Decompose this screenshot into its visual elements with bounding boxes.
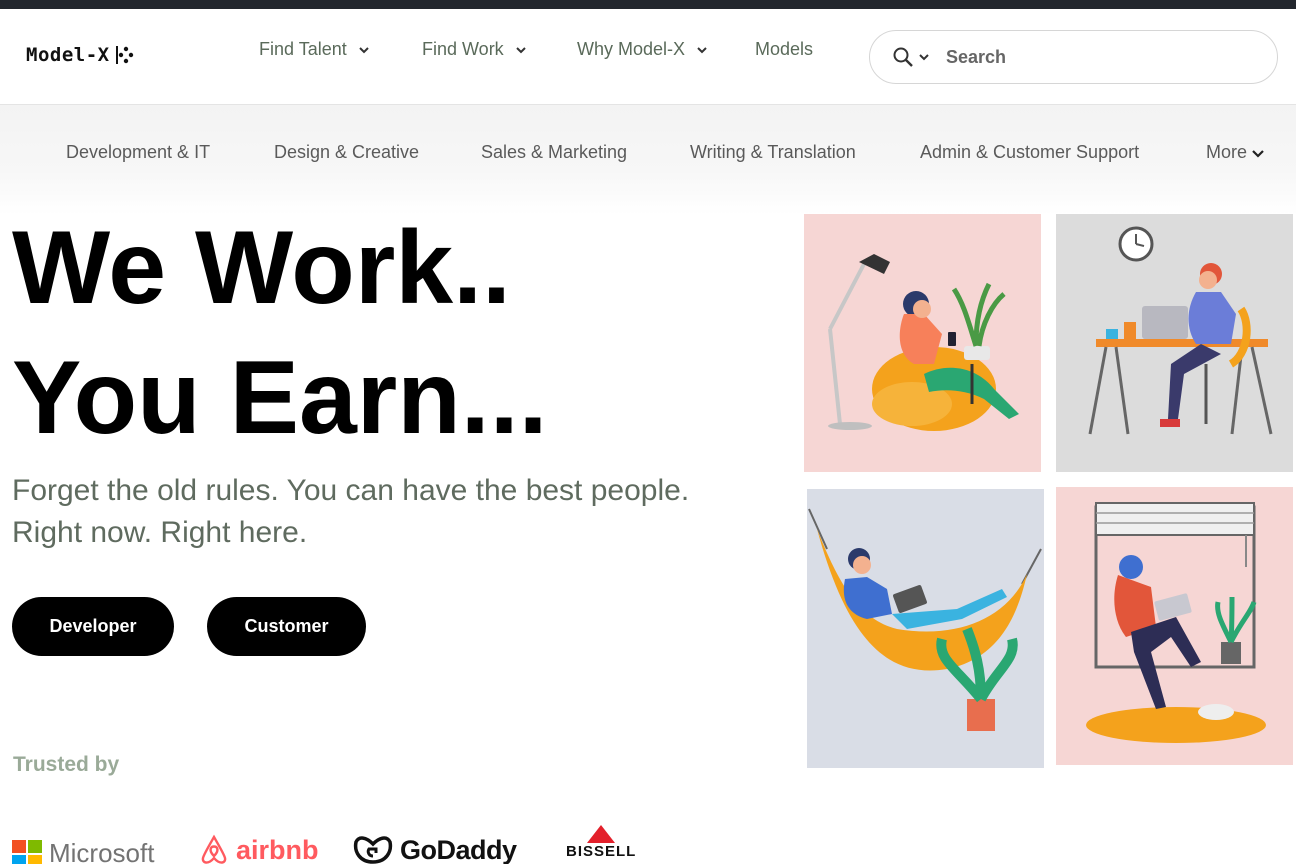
hero-subtitle-line1: Forget the old rules. You can have the b… [12,474,690,507]
chevron-down-icon [1252,149,1264,158]
airbnb-wordmark: airbnb [236,834,319,864]
category-sales-marketing[interactable]: Sales & Marketing [481,142,627,163]
illustration-beanbag [804,214,1041,472]
category-label: Design & Creative [274,142,420,162]
category-label: Writing & Translation [690,142,856,162]
bissell-logo: BISSELL [566,824,636,860]
nav-models[interactable]: Models [755,39,813,60]
nav-find-talent[interactable]: Find Talent [259,39,371,60]
illustration-window [1056,487,1293,765]
customer-button[interactable]: Customer [207,597,366,656]
illustration-desk [1056,214,1293,472]
bissell-wordmark: BISSELL [566,843,637,860]
nav-find-talent-label: Find Talent [259,39,347,59]
search-input[interactable] [946,46,1246,68]
bissell-triangle-icon [587,825,616,843]
search-icon[interactable] [892,46,914,68]
window-top-bar [0,0,1296,9]
chevron-down-icon [359,46,369,53]
godaddy-logo: GoDaddy [352,834,517,864]
chevron-down-icon [515,46,526,53]
developer-button[interactable]: Developer [12,597,174,656]
logo[interactable]: Model-X [26,44,136,66]
nav-find-work[interactable]: Find Work [422,39,528,60]
category-label: Admin & Customer Support [920,142,1140,162]
woman-beanbag-image [828,254,1019,431]
logo-text: Model-X [26,44,110,66]
chevron-down-icon [697,46,707,53]
trusted-logos: Microsoft airbnb GoDaddy BISSELL [0,820,700,864]
trusted-by-label: Trusted by [13,753,120,776]
nav-find-work-label: Find Work [422,39,504,59]
man-hammock-image [808,508,1042,731]
search-box[interactable] [869,30,1278,84]
category-label: More [1206,142,1248,162]
hero-title-line2: You Earn... [12,340,548,456]
microsoft-logo: Microsoft [12,838,154,864]
man-desk-image [1088,226,1273,435]
godaddy-mark-icon [353,836,393,864]
woman-window-image [1086,502,1266,743]
category-more[interactable]: More [1206,142,1265,163]
category-label: Development & IT [66,142,211,162]
nav-models-label: Models [755,39,814,59]
logo-mark-icon [115,46,133,64]
godaddy-wordmark: GoDaddy [400,834,517,864]
airbnb-logo: airbnb [198,834,319,864]
category-label: Sales & Marketing [481,142,628,162]
category-development-it[interactable]: Development & IT [66,142,210,163]
nav-why-model-x-label: Why Model-X [577,39,686,59]
category-writing-translation[interactable]: Writing & Translation [690,142,856,163]
category-bar: Development & IT Design & Creative Sales… [0,105,1296,215]
site-header: Model-X Find Talent Find Work Why Model-… [0,9,1296,105]
airbnb-belo-icon [201,834,227,864]
hero-title-line1: We Work.. [12,210,511,326]
hero-subtitle-line2: Right now. Right here. [12,516,308,549]
illustration-hammock [807,489,1044,768]
nav-why-model-x[interactable]: Why Model-X [577,39,709,60]
microsoft-squares-icon [12,839,42,864]
chevron-down-icon[interactable] [918,51,930,63]
category-admin-support[interactable]: Admin & Customer Support [920,142,1139,163]
microsoft-wordmark: Microsoft [49,838,155,864]
category-design-creative[interactable]: Design & Creative [274,142,419,163]
